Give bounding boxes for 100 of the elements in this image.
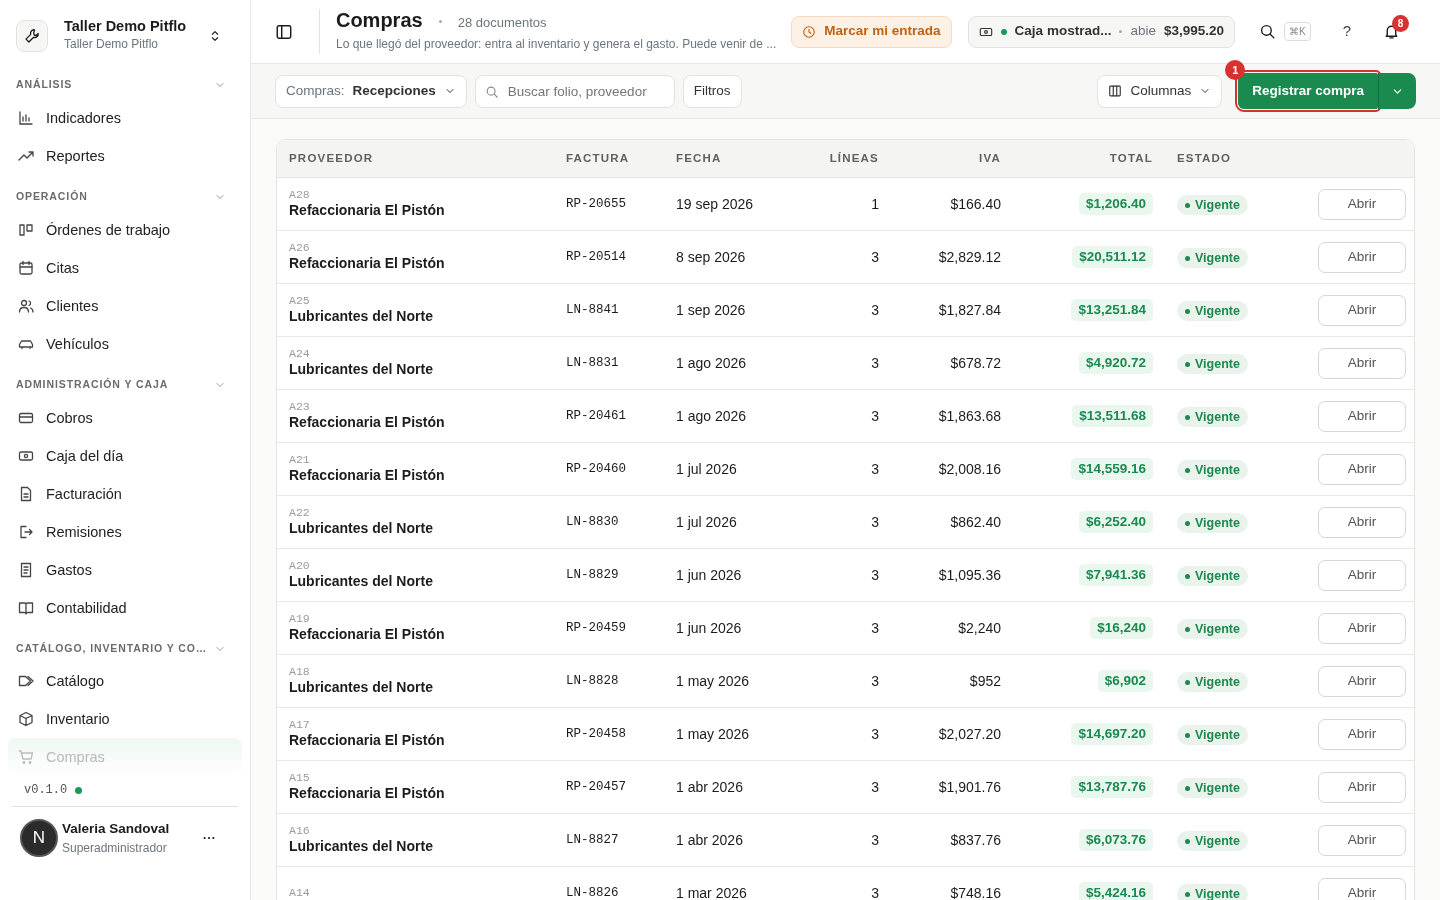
- column-header: TOTAL: [1108, 150, 1153, 166]
- sidebar-item[interactable]: Inventario: [8, 700, 242, 739]
- row-code: A15: [289, 771, 311, 785]
- table-cell-text: LN-8831: [566, 354, 620, 372]
- columns-button[interactable]: Columnas: [1097, 74, 1223, 108]
- workspace-logo[interactable]: [16, 19, 48, 52]
- status-pill: Vigente: [1177, 353, 1248, 375]
- table-cell-text: LN-8841: [566, 301, 620, 319]
- status-pill: Vigente: [1177, 777, 1248, 799]
- table-cell-text: $166.40: [949, 194, 1001, 214]
- status-pill: Vigente: [1177, 247, 1248, 269]
- sidebar-item[interactable]: Caja del día: [8, 436, 242, 475]
- table-cell-text: $1,827.84: [937, 300, 1001, 320]
- register-purchase-button[interactable]: Registrar compra: [1238, 73, 1378, 109]
- open-button[interactable]: Abrir: [1318, 188, 1406, 220]
- page-title: Compras: [335, 9, 423, 32]
- open-button[interactable]: Abrir: [1318, 559, 1406, 591]
- sidebar-toggle-icon[interactable]: [275, 22, 293, 41]
- row-code: A28: [289, 188, 311, 202]
- columns-icon: [18, 221, 34, 238]
- open-button[interactable]: Abrir: [1318, 771, 1406, 803]
- calendar-icon: [18, 259, 34, 276]
- sidebar-item[interactable]: Citas: [8, 248, 242, 287]
- table-cell-text: 3: [870, 247, 879, 267]
- row-code: A18: [289, 665, 311, 679]
- wrench-icon: [24, 27, 40, 44]
- clock-in-button[interactable]: Marcar mi entrada: [791, 15, 952, 48]
- table-cell-text: RP-20655: [566, 195, 627, 213]
- table-cell-text: 1 ago 2026: [676, 406, 748, 426]
- open-button[interactable]: Abrir: [1318, 612, 1406, 644]
- bell-icon[interactable]: [1383, 23, 1400, 40]
- help-button[interactable]: ?: [1342, 20, 1351, 43]
- document-icon: [18, 485, 34, 502]
- cash-register-button[interactable]: Caja mostrad... abie $3,995.20: [967, 15, 1235, 48]
- open-button[interactable]: Abrir: [1318, 665, 1406, 697]
- version-label: v0.1.0: [24, 784, 68, 798]
- sidebar-item[interactable]: Clientes: [8, 286, 242, 325]
- dropdown-toggle-button[interactable]: [1378, 73, 1416, 109]
- table-cell-text: $748.16: [949, 883, 1001, 900]
- search-field[interactable]: Buscar folio, proveedor: [474, 74, 675, 108]
- table-cell-text: 1 sep 2026: [676, 300, 747, 320]
- open-button[interactable]: Abrir: [1318, 347, 1406, 379]
- sidebar-item[interactable]: Cobros: [8, 398, 242, 437]
- section-heading: ANÁLISIS: [16, 77, 73, 93]
- table-cell-text: 3: [870, 406, 879, 426]
- table-cell-text: 1 may 2026: [676, 671, 751, 691]
- supplier-name: Refaccionaria El Pistón: [289, 201, 446, 220]
- open-button[interactable]: Abrir: [1318, 400, 1406, 432]
- row-code: A16: [289, 824, 311, 838]
- supplier-name: Lubricantes del Norte: [289, 307, 434, 326]
- open-button[interactable]: Abrir: [1318, 506, 1406, 538]
- sidebar-item[interactable]: Catálogo: [8, 662, 242, 701]
- table-cell-text: 1 jun 2026: [676, 565, 743, 585]
- user-role: Superadministrador: [62, 839, 168, 857]
- notification-count: 8: [1392, 15, 1409, 32]
- cart-icon: [18, 749, 34, 766]
- export-icon: [18, 523, 34, 540]
- table-cell-text: 1 may 2026: [676, 724, 751, 744]
- search-icon[interactable]: [1259, 23, 1276, 40]
- sidebar-item[interactable]: Remisiones: [8, 512, 242, 551]
- sidebar-item[interactable]: Gastos: [8, 550, 242, 589]
- table-cell-text: $862.40: [949, 512, 1001, 532]
- table-cell-text: RP-20459: [566, 619, 627, 637]
- filters-button[interactable]: Filtros: [682, 74, 742, 108]
- open-button[interactable]: Abrir: [1318, 294, 1406, 326]
- column-header: IVA: [978, 150, 1001, 166]
- section-heading: OPERACIÓN: [16, 189, 88, 205]
- filter-select[interactable]: Compras: Recepciones: [275, 74, 467, 108]
- open-button[interactable]: Abrir: [1318, 877, 1406, 900]
- table-cell-text: $2,829.12: [937, 247, 1001, 267]
- supplier-name: Lubricantes del Norte: [289, 572, 434, 591]
- table-cell-text: LN-8827: [566, 831, 620, 849]
- table-cell-text: 1 jul 2026: [676, 459, 738, 479]
- open-button[interactable]: Abrir: [1318, 453, 1406, 485]
- column-header: FECHA: [676, 150, 723, 166]
- avatar[interactable]: N: [20, 818, 58, 857]
- status-pill: Vigente: [1177, 830, 1248, 852]
- table-cell-text: $2,240: [957, 618, 1001, 638]
- sidebar-item[interactable]: Facturación: [8, 474, 242, 513]
- cash-register-name: Caja mostrad...: [1014, 22, 1112, 41]
- user-name: Valeria Sandoval: [62, 819, 171, 838]
- open-button[interactable]: Abrir: [1318, 241, 1406, 273]
- sidebar-item[interactable]: Vehículos: [8, 324, 242, 363]
- table-cell-text: 3: [870, 777, 879, 797]
- sidebar-item[interactable]: Reportes: [8, 137, 242, 176]
- status-pill: Vigente: [1177, 565, 1248, 587]
- table-cell-text: LN-8830: [566, 513, 620, 531]
- row-code: A24: [289, 347, 311, 361]
- workspace-name: Taller Demo Pitflo: [64, 18, 188, 36]
- status-pill: Vigente: [1177, 671, 1248, 693]
- open-button[interactable]: Abrir: [1318, 824, 1406, 856]
- status-dot: [75, 787, 83, 795]
- sidebar-item[interactable]: Indicadores: [8, 99, 242, 138]
- shortcut-hint: ⌘K: [1284, 22, 1311, 41]
- sidebar-item[interactable]: Contabilidad: [8, 588, 242, 627]
- table-cell-text: 1 jul 2026: [676, 512, 738, 532]
- table-cell-text: $2,027.20: [937, 724, 1001, 744]
- sidebar-item[interactable]: Órdenes de trabajo: [8, 210, 242, 249]
- open-button[interactable]: Abrir: [1318, 718, 1406, 750]
- total-amount: $14,559.16: [1071, 457, 1153, 481]
